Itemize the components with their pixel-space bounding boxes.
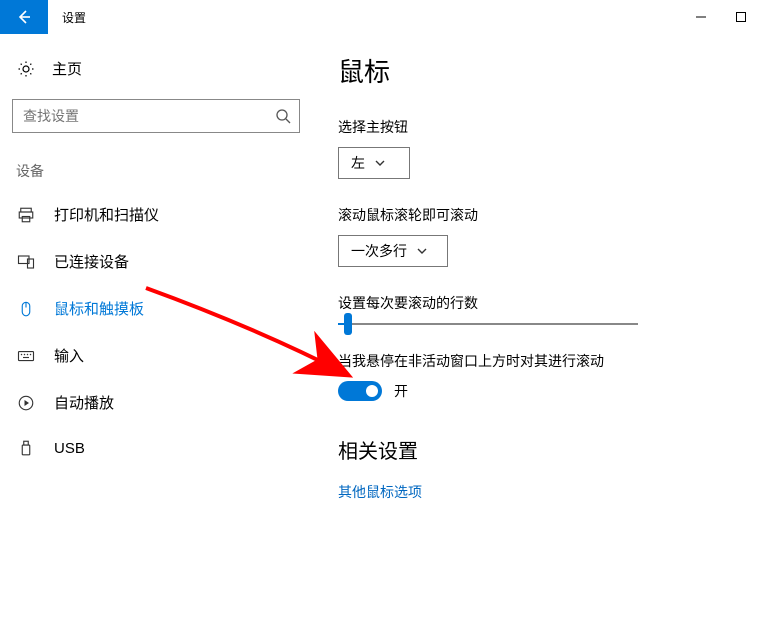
other-mouse-options-link[interactable]: 其他鼠标选项 [338, 482, 747, 502]
maximize-button[interactable] [721, 0, 761, 34]
sidebar: 主页 设备 打印机和扫描仪 已连接设备 鼠标和触摸板 [0, 34, 310, 617]
page-title: 鼠标 [338, 52, 747, 89]
field-inactive-hover: 当我悬停在非活动窗口上方时对其进行滚动 开 [338, 351, 747, 401]
field-scroll-mode: 滚动鼠标滚轮即可滚动 一次多行 [338, 205, 747, 267]
main-panel: 鼠标 选择主按钮 左 滚动鼠标滚轮即可滚动 一次多行 设置每次要滚动的行数 [310, 34, 767, 617]
arrow-left-icon [16, 9, 32, 25]
scroll-mode-select[interactable]: 一次多行 [338, 235, 448, 267]
printer-icon [16, 206, 36, 224]
sidebar-item-label: 输入 [54, 345, 84, 366]
related-settings-title: 相关设置 [338, 435, 747, 464]
usb-icon [16, 439, 36, 457]
mouse-icon [16, 300, 36, 318]
gear-icon [16, 60, 36, 78]
search-icon [275, 108, 291, 124]
search-input[interactable] [23, 108, 275, 124]
primary-button-select[interactable]: 左 [338, 147, 410, 179]
sidebar-group-title: 设备 [12, 157, 300, 191]
sidebar-item-usb[interactable]: USB [12, 426, 300, 470]
select-value: 一次多行 [351, 241, 407, 261]
search-box[interactable] [12, 99, 300, 133]
select-value: 左 [351, 153, 365, 173]
window-title: 设置 [48, 0, 681, 34]
field-label: 设置每次要滚动的行数 [338, 293, 747, 313]
field-label: 当我悬停在非活动窗口上方时对其进行滚动 [338, 351, 747, 371]
titlebar: 设置 [0, 0, 767, 34]
sidebar-item-label: USB [54, 440, 85, 457]
sidebar-item-label: 打印机和扫描仪 [54, 204, 159, 225]
sidebar-item-connected-devices[interactable]: 已连接设备 [12, 238, 300, 285]
sidebar-home-label: 主页 [52, 58, 82, 79]
autoplay-icon [16, 394, 36, 412]
chevron-down-icon [417, 246, 427, 256]
slider-thumb[interactable] [344, 313, 352, 335]
sidebar-item-mouse[interactable]: 鼠标和触摸板 [12, 285, 300, 332]
toggle-state-label: 开 [394, 381, 408, 401]
inactive-hover-toggle[interactable] [338, 381, 382, 401]
field-lines-per-scroll: 设置每次要滚动的行数 [338, 293, 747, 325]
devices-icon [16, 253, 36, 271]
field-label: 选择主按钮 [338, 117, 747, 137]
content-area: 主页 设备 打印机和扫描仪 已连接设备 鼠标和触摸板 [0, 34, 767, 617]
field-primary-button: 选择主按钮 左 [338, 117, 747, 179]
sidebar-home[interactable]: 主页 [12, 52, 300, 85]
minimize-button[interactable] [681, 0, 721, 34]
lines-slider[interactable] [338, 323, 638, 325]
toggle-knob [366, 385, 378, 397]
back-button[interactable] [0, 0, 48, 34]
sidebar-item-autoplay[interactable]: 自动播放 [12, 379, 300, 426]
field-label: 滚动鼠标滚轮即可滚动 [338, 205, 747, 225]
sidebar-item-typing[interactable]: 输入 [12, 332, 300, 379]
maximize-icon [736, 12, 746, 22]
chevron-down-icon [375, 158, 385, 168]
sidebar-item-label: 已连接设备 [54, 251, 129, 272]
sidebar-item-printers[interactable]: 打印机和扫描仪 [12, 191, 300, 238]
window-controls [681, 0, 767, 34]
sidebar-item-label: 自动播放 [54, 392, 114, 413]
keyboard-icon [16, 347, 36, 365]
minimize-icon [696, 12, 706, 22]
sidebar-item-label: 鼠标和触摸板 [54, 298, 144, 319]
